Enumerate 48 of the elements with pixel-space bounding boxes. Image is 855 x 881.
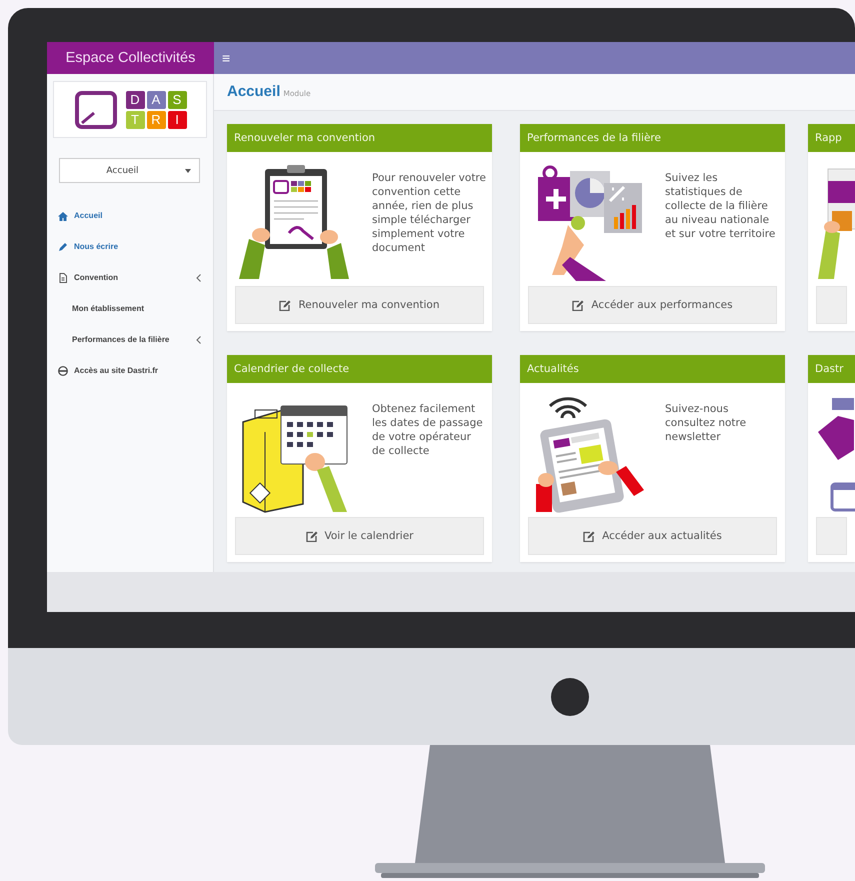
card-description: Suivez les statistiques de collecte de la filière au niveau nationale et sur votre territoire: [665, 171, 776, 242]
card-description: Suivez-nous consultez notre newsletter: [665, 402, 748, 445]
card-button[interactable]: Renouveler ma convention: [235, 286, 484, 324]
edit-icon: [583, 530, 596, 542]
menu-button[interactable]: ≡: [214, 50, 238, 66]
sidebar-item[interactable]: Mon établissement: [47, 293, 213, 324]
caret-icon: [185, 168, 191, 172]
sidebar-item[interactable]: Performances de la filière: [47, 324, 213, 355]
edit-icon: [306, 530, 318, 542]
card-button[interactable]: Accéder aux performances: [528, 286, 777, 324]
sidebar-item-label: Performances de la filière: [72, 335, 170, 344]
card-header: Actualités: [520, 355, 785, 383]
document-icon: [58, 272, 68, 282]
sidebar-item[interactable]: Accès au site Dastri.fr: [47, 355, 213, 386]
sidebar-item-label: Nous écrire: [74, 242, 120, 251]
logo-mark-icon: [74, 90, 118, 130]
edit-icon: [279, 300, 292, 310]
card-header: Performances de la filière: [520, 124, 785, 152]
edit-icon: [572, 300, 584, 310]
card-button[interactable]: Voir le calendrier: [235, 517, 484, 555]
card-header: Renouveler ma convention: [227, 124, 492, 152]
logo-letter: S: [168, 90, 186, 108]
chin-dot-icon: [551, 678, 589, 716]
sidebar-item[interactable]: Nous écrire: [47, 231, 213, 262]
card-description: Pour renouveler votre convention cette année, rien de plus simple télécharger simplement votre document: [372, 171, 486, 256]
brand-title: Espace Collectivités: [47, 42, 214, 74]
card-header: Dastr: [808, 355, 855, 383]
sidebar-item-label: Accueil: [74, 211, 104, 220]
sidebar-item-label: Convention: [74, 273, 119, 282]
pencil-icon: [58, 242, 68, 252]
page-dropdown[interactable]: Accueil: [59, 158, 200, 183]
card-header: Rapp: [808, 124, 855, 152]
card-description: Obtenez facilement les dates de passage de votre opérateur de collecte: [372, 402, 484, 459]
card-button[interactable]: Accéder aux actualités: [528, 517, 777, 555]
home-icon: [58, 210, 68, 220]
sidebar-item[interactable]: Convention: [47, 262, 213, 293]
sidebar-item[interactable]: Accueil: [47, 200, 213, 231]
sidebar-item-label: Accès au site Dastri.fr: [74, 366, 160, 375]
logo-letter: T: [126, 110, 144, 128]
card-header: Calendrier de collecte: [227, 355, 492, 383]
logo-letter: R: [146, 110, 166, 128]
sidebar-item-label: Mon établissement: [72, 304, 146, 313]
page-title: Accueil: [227, 83, 280, 100]
logo-letter: A: [146, 90, 166, 108]
logo-letter: I: [168, 110, 186, 128]
card-button[interactable]: [816, 286, 847, 324]
card-button[interactable]: [816, 517, 847, 555]
logo-letter: D: [126, 90, 144, 108]
